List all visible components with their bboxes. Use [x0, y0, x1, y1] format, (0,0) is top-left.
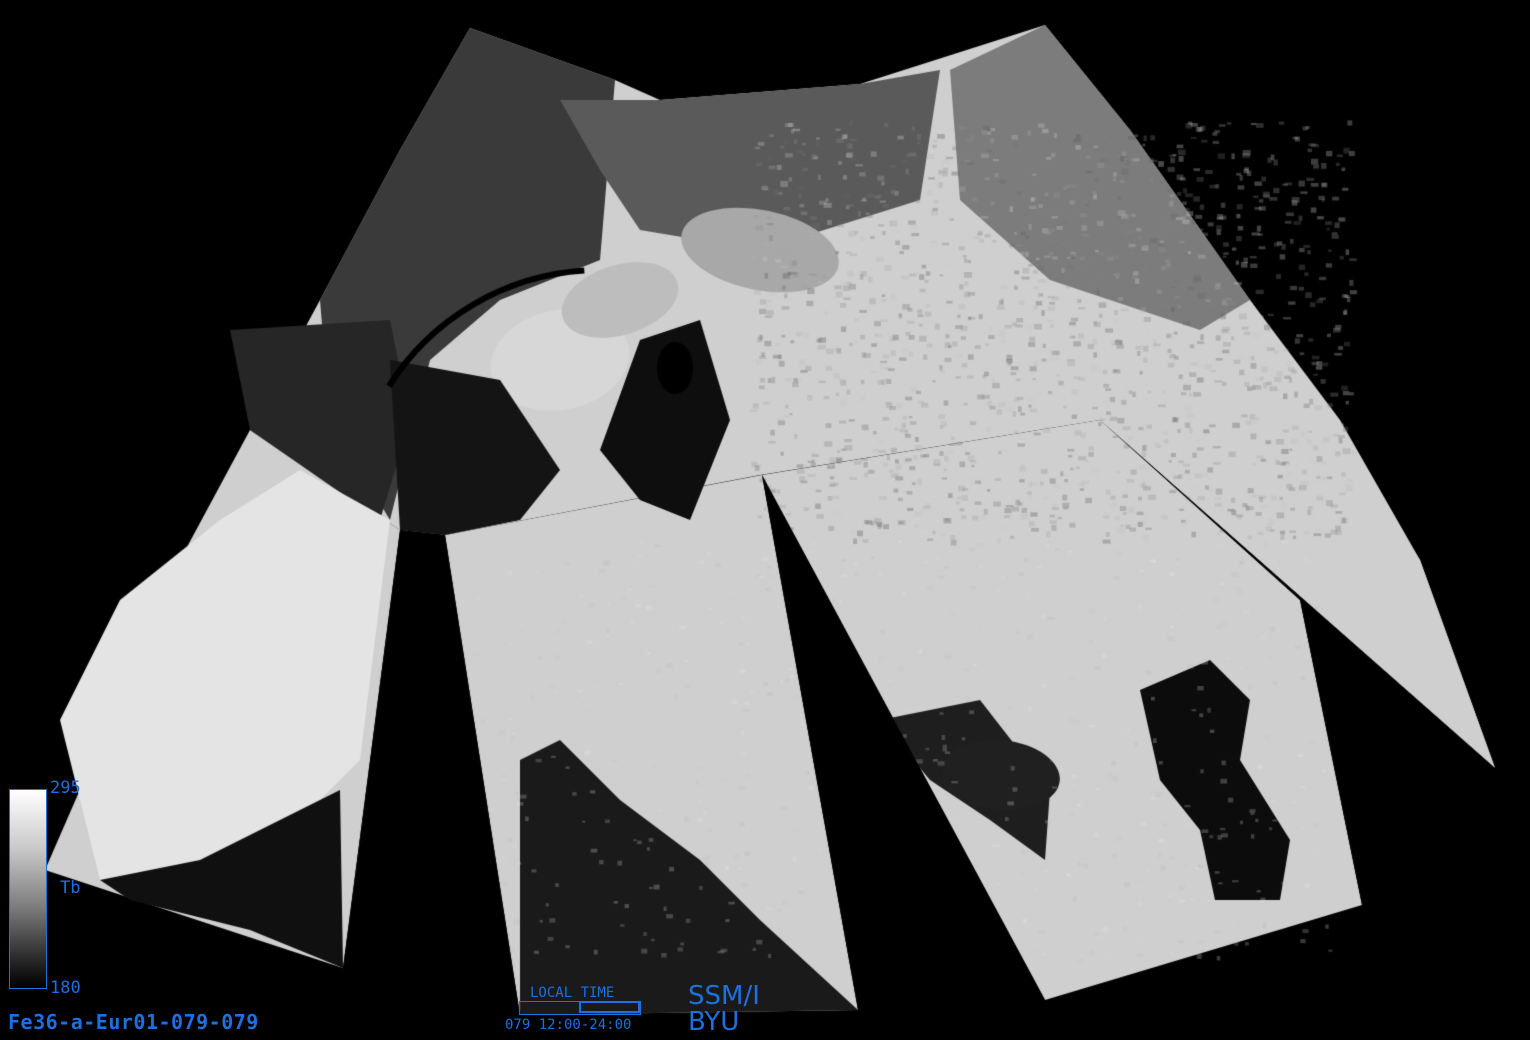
colorbar-variable-label: Tb	[60, 880, 80, 897]
local-time-label: LOCAL TIME	[530, 986, 614, 1000]
file-id-label: Fe36-a-Eur01-079-079	[8, 1012, 259, 1032]
satellite-swath-map	[0, 0, 1530, 1040]
local-time-range: 079 12:00-24:00	[505, 1018, 631, 1032]
institution-label: BYU	[688, 1009, 739, 1035]
local-time-bar-selected	[579, 1001, 640, 1013]
sensor-label: SSM/I	[688, 983, 760, 1009]
colorbar-gradient	[9, 789, 47, 989]
colorbar-max-label: 295	[50, 780, 81, 797]
colorbar-min-label: 180	[50, 980, 81, 997]
